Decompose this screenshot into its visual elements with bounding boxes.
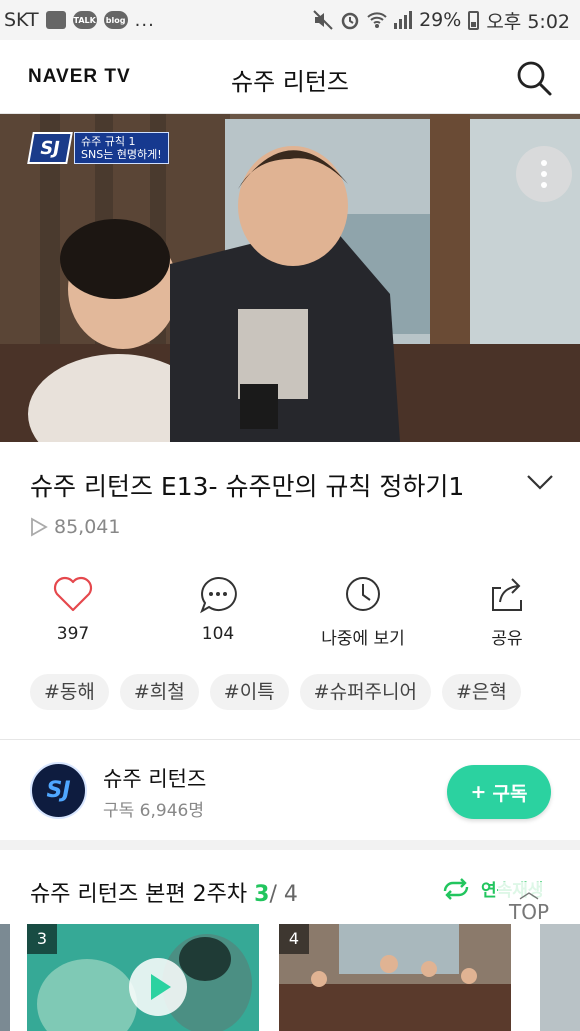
divider [0, 739, 580, 740]
clock: 오후 5:02 [486, 10, 570, 33]
heart-icon [53, 576, 93, 612]
share-button[interactable]: 공유 [452, 574, 562, 649]
thumbnail-image [279, 924, 511, 1031]
subscribe-label: 구독 [492, 782, 528, 805]
play-icon[interactable] [129, 958, 187, 1016]
chevron-up-icon: ︿ [519, 879, 539, 903]
repeat-icon [443, 877, 469, 900]
playlist-name: 슈주 리턴즈 본편 2주차 [30, 882, 248, 907]
search-icon[interactable] [514, 58, 554, 98]
scroll-top-label: TOP [508, 900, 550, 924]
comment-count: 104 [201, 624, 235, 644]
like-count: 397 [56, 624, 90, 644]
dot-icon [541, 160, 547, 166]
carrier-label: SKT [4, 9, 39, 31]
playlist-current: 3 [254, 882, 270, 907]
image-icon [45, 11, 66, 29]
watch-later-button[interactable]: 나중에 보기 [308, 574, 418, 649]
tag-chip[interactable]: #슈퍼주니어 [299, 674, 431, 710]
dot-icon [541, 171, 547, 177]
section-separator [0, 840, 580, 850]
watch-later-label: 나중에 보기 [321, 629, 405, 649]
view-count-value: 85,041 [54, 516, 121, 538]
playlist-title: 슈주 리턴즈 본편 2주차 3/ 4 [30, 876, 298, 908]
show-badge: SJ 슈주 규칙 1 SNS는 현명하게! [27, 132, 169, 164]
playlist-thumbnail-next[interactable] [540, 924, 580, 1031]
subscribe-button[interactable]: + 구독 [447, 765, 551, 819]
battery-icon [468, 10, 480, 30]
badge-caption: 슈주 규칙 1 SNS는 현명하게! [74, 132, 169, 164]
share-icon [492, 578, 522, 611]
like-button[interactable]: 397 [18, 574, 128, 644]
video-more-button[interactable] [516, 146, 572, 202]
badge-caption-line2: SNS는 현명하게! [81, 148, 162, 161]
alarm-icon [341, 12, 359, 30]
playlist-thumbnail[interactable]: 3 [27, 924, 259, 1031]
video-title: 슈주 리턴즈 E13- 슈주만의 규칙 정하기1 [30, 472, 465, 501]
view-count: 85,041 [30, 516, 120, 538]
more-notifications: ... [134, 9, 155, 31]
battery-percent: 29% [419, 9, 462, 31]
tag-chip[interactable]: #희철 [119, 674, 199, 710]
comment-icon [200, 576, 237, 614]
blog-icon: blog [103, 11, 128, 29]
dot-icon [541, 182, 547, 188]
video-player[interactable]: SJ 슈주 규칙 1 SNS는 현명하게! [0, 114, 580, 442]
playlist-item-number: 3 [27, 924, 57, 954]
chevron-down-icon[interactable] [526, 472, 554, 492]
sj-logo: SJ [27, 132, 73, 164]
playlist-thumbnail-prev[interactable] [0, 924, 10, 1031]
tag-chip[interactable]: #동해 [30, 674, 109, 710]
action-bar: 397 104 나중에 보기 공유 [0, 574, 580, 654]
tag-chip[interactable]: #은혁 [442, 674, 521, 710]
app-header: NAVER TV 슈주 리턴즈 [0, 40, 580, 114]
play-outline-icon [31, 517, 48, 537]
kakaotalk-icon: TALK [72, 11, 97, 29]
signal-icon [394, 11, 413, 29]
subscriber-count: 구독 6,946명 [103, 801, 204, 821]
clock-icon [346, 577, 380, 611]
comment-button[interactable]: 104 [163, 574, 273, 644]
mute-icon [313, 10, 333, 30]
playlist-thumbnail[interactable]: 4 [279, 924, 511, 1031]
channel-avatar[interactable]: SJ [30, 762, 87, 819]
tag-chip[interactable]: #이특 [209, 674, 289, 710]
plus-icon: + [470, 781, 487, 803]
channel-name[interactable]: 슈주 리턴즈 [103, 763, 206, 793]
share-label: 공유 [491, 629, 523, 649]
page-title: 슈주 리턴즈 [230, 68, 350, 96]
badge-caption-line1: 슈주 규칙 1 [81, 135, 136, 148]
wifi-icon [367, 12, 387, 28]
playlist-item-number: 4 [279, 924, 309, 954]
playlist-total: / 4 [269, 882, 298, 907]
status-bar: SKT TALK blog ... 29% 오후 5:02 [0, 0, 580, 40]
tag-list: #동해 #희철 #이특 #슈퍼주니어 #은혁 [30, 674, 521, 710]
